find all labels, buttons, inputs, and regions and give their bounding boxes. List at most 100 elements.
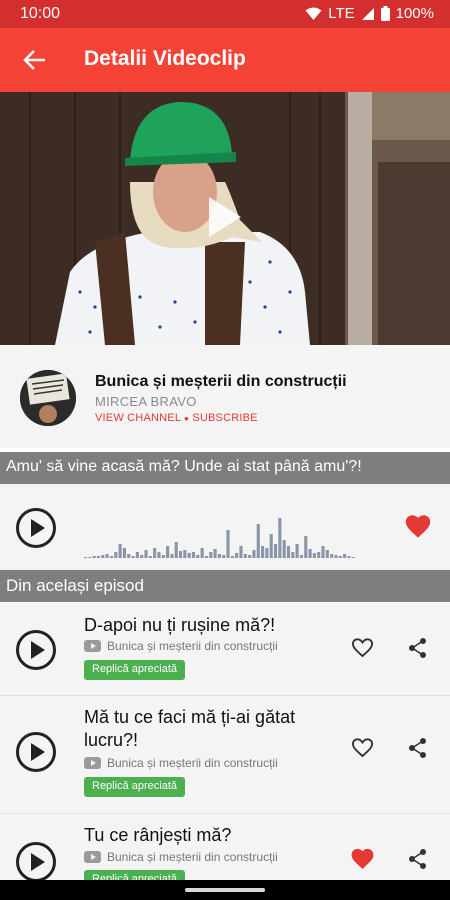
channel-avatar[interactable] <box>20 370 76 426</box>
quote-source: Bunica și meșterii din construcții <box>84 639 278 653</box>
waveform-bar <box>217 554 221 558</box>
waveform-bar <box>343 554 347 558</box>
play-button[interactable] <box>16 630 56 670</box>
list-item[interactable]: D-apoi nu ți rușine mă?! Bunica și mește… <box>0 602 450 696</box>
waveform-bar <box>321 546 325 558</box>
system-navigation-bar <box>0 880 450 900</box>
share-icon[interactable] <box>407 637 429 659</box>
waveform-bar <box>347 556 351 558</box>
status-bar: 10:00 LTE 100% <box>0 0 450 28</box>
status-indicators: LTE 100% <box>305 5 434 22</box>
waveform-bar <box>317 552 321 558</box>
liked-badge: Replică apreciată <box>84 870 185 880</box>
waveform-bar <box>200 548 204 558</box>
signal-icon <box>361 7 374 20</box>
waveform-bar <box>235 553 239 558</box>
waveform-bar <box>140 555 144 558</box>
waveform-bar <box>196 555 200 558</box>
waveform-bar <box>230 556 234 558</box>
waveform-bar <box>295 544 299 558</box>
waveform-bar <box>252 550 256 558</box>
audio-player <box>0 484 450 570</box>
waveform-bar <box>178 551 183 558</box>
waveform-bar <box>213 549 217 558</box>
share-icon[interactable] <box>407 848 429 870</box>
screen-title: Detalii Videoclip <box>84 47 246 70</box>
waveform-bar <box>161 555 165 558</box>
separator-dot: ● <box>184 414 190 423</box>
heart-outline-icon[interactable] <box>350 736 375 759</box>
waveform-bar <box>312 553 316 558</box>
play-button[interactable] <box>16 842 56 880</box>
play-icon <box>31 641 45 659</box>
quote-source-label: Bunica și meșterii din construcții <box>107 756 278 770</box>
play-icon <box>31 519 45 537</box>
waveform-bar <box>166 546 170 558</box>
waveform-bar <box>101 555 105 558</box>
play-button[interactable] <box>16 508 56 548</box>
share-icon[interactable] <box>407 737 429 759</box>
video-title: Bunica și meșterii din construcții <box>95 373 347 390</box>
network-type: LTE <box>328 5 355 22</box>
waveform-bar <box>256 524 260 558</box>
waveform-bar <box>265 548 269 558</box>
waveform-bar <box>278 518 282 558</box>
quote-source: Bunica și meșterii din construcții <box>84 850 278 864</box>
waveform-bar <box>88 557 92 558</box>
waveform-bar <box>135 552 139 558</box>
battery-icon <box>380 6 390 21</box>
youtube-icon <box>84 640 101 652</box>
waveform-bar <box>170 554 174 558</box>
waveform-bar <box>84 557 88 558</box>
waveform-bar <box>304 536 308 558</box>
waveform-bar <box>204 556 209 558</box>
section-header: Din același episod <box>0 570 450 602</box>
video-thumbnail[interactable] <box>0 92 450 345</box>
waveform-bar <box>191 552 196 558</box>
waveform-bar <box>282 540 286 558</box>
heart-outline-icon[interactable] <box>350 636 375 659</box>
current-quote-text: Amu' să vine acasă mă? Unde ai stat până… <box>0 452 450 484</box>
waveform-bar <box>226 530 230 558</box>
waveform-bar <box>187 553 191 558</box>
app-bar: Detalii Videoclip <box>0 28 450 92</box>
waveform-bar <box>286 546 291 558</box>
waveform-bar <box>239 546 243 558</box>
liked-badge: Replică apreciată <box>84 777 185 797</box>
subscribe-link[interactable]: SUBSCRIBE <box>192 412 257 424</box>
waveform-bar <box>334 555 338 558</box>
waveform-bar <box>131 556 135 558</box>
favorite-heart-icon[interactable] <box>350 847 375 870</box>
waveform-bar <box>209 552 213 558</box>
waveform-bar <box>148 556 152 558</box>
waveform-bar <box>299 555 303 558</box>
waveform-bar <box>127 554 131 558</box>
waveform-bar <box>248 555 252 558</box>
video-info: Bunica și meșterii din construcții MIRCE… <box>0 345 450 448</box>
favorite-heart-icon[interactable] <box>404 513 432 539</box>
channel-avatar-image <box>20 370 76 426</box>
play-button[interactable] <box>16 732 56 772</box>
back-button[interactable] <box>18 44 50 76</box>
waveform-bar <box>273 544 278 558</box>
waveform-bar <box>122 548 126 558</box>
audio-waveform[interactable] <box>84 506 356 558</box>
waveform-bar <box>351 557 355 558</box>
waveform-bar <box>261 546 265 558</box>
status-time: 10:00 <box>20 5 61 22</box>
home-gesture-handle[interactable] <box>185 888 265 892</box>
waveform-bar <box>114 552 118 558</box>
waveform-bar <box>291 552 295 558</box>
waveform-bar <box>222 555 226 558</box>
list-item[interactable]: Mă tu ce faci mă ți-ai gătat lucru?! Bun… <box>0 696 450 814</box>
waveform-bar <box>243 554 247 558</box>
list-item[interactable]: Tu ce rânjești mă? Bunica și meșterii di… <box>0 814 450 880</box>
wifi-icon <box>305 7 322 20</box>
view-channel-link[interactable]: VIEW CHANNEL <box>95 412 181 424</box>
waveform-bar <box>330 554 334 558</box>
quote-title: Tu ce rânjești mă? <box>84 825 232 845</box>
arrow-back-icon <box>23 50 45 70</box>
quote-title: Mă tu ce faci mă ți-ai gătat lucru?! <box>84 707 296 750</box>
play-icon <box>31 743 45 761</box>
youtube-icon <box>84 851 101 863</box>
